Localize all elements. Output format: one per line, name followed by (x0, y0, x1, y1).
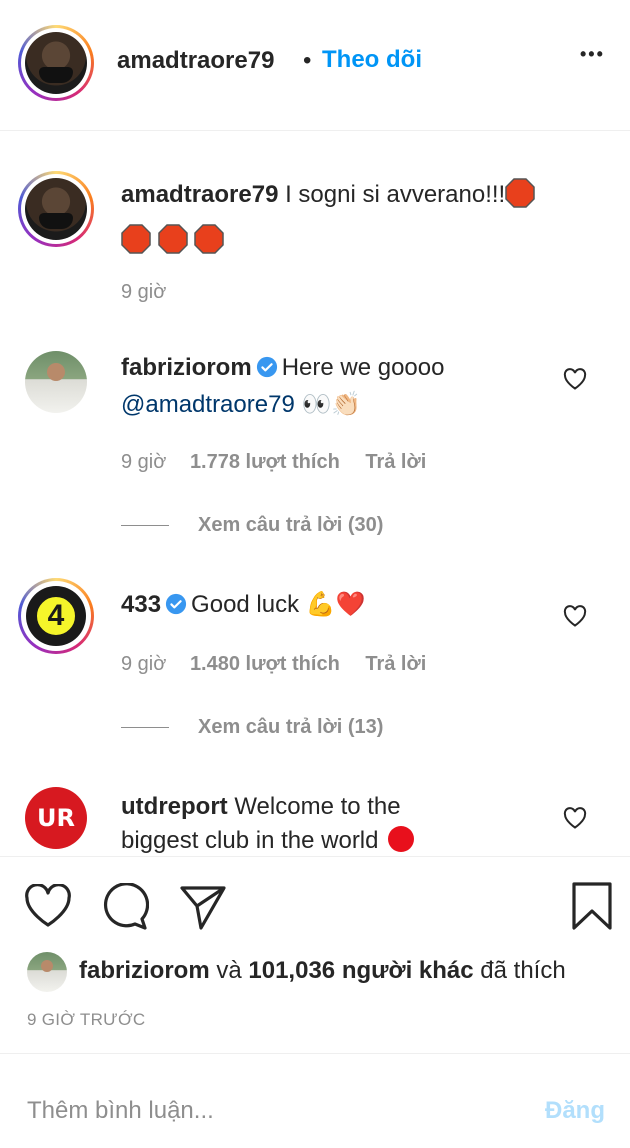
liker-avatar[interactable] (27, 952, 67, 992)
verified-badge-icon (165, 591, 187, 625)
comment-body: fabriziorom Here we goooo @amadtraore79 👀… (121, 351, 541, 422)
save-bookmark-icon[interactable] (571, 881, 613, 936)
comment-username[interactable]: 433 (121, 591, 161, 618)
view-replies-button[interactable]: Xem câu trả lời (13) (198, 716, 383, 739)
avatar (25, 32, 87, 94)
like-comment-heart-icon[interactable] (563, 807, 587, 829)
follow-button[interactable]: Theo dõi (322, 46, 422, 74)
stop-sign-icon (505, 178, 535, 218)
like-heart-icon[interactable] (24, 883, 72, 933)
comment-username[interactable]: utdreport (121, 793, 228, 820)
stop-sign-icon (121, 224, 151, 264)
comment-likes[interactable]: 1.778 lượt thích (190, 451, 340, 473)
mention-link[interactable]: @amadtraore79 (121, 391, 295, 418)
comment-text: Good luck (191, 591, 300, 618)
avatar[interactable]: UR (25, 787, 87, 849)
stop-sign-icon (194, 224, 225, 264)
story-avatar-ring[interactable] (18, 25, 94, 101)
likes-conjunction: và (216, 957, 242, 984)
comment-time: 9 giờ (121, 451, 167, 473)
share-paper-plane-icon[interactable] (179, 884, 227, 935)
caption-avatar-ring[interactable] (18, 171, 94, 247)
header-separator: • (303, 47, 312, 74)
stop-sign-icon (386, 824, 416, 855)
comment-time: 9 giờ (121, 653, 167, 675)
likes-suffix: đã thích (480, 957, 566, 984)
story-avatar-ring[interactable]: 4 (18, 578, 94, 654)
comments-section: amadtraore79 I sogni si avverano!!! 9 gi… (0, 131, 630, 855)
avatar (25, 178, 87, 240)
comment-input[interactable]: Thêm bình luận... (27, 1097, 214, 1125)
comment-emoji: 💪❤️ (305, 591, 366, 618)
reply-button[interactable]: Trả lời (365, 653, 426, 675)
caption-username[interactable]: amadtraore79 (121, 181, 278, 208)
comment-text: Here we goooo (281, 354, 445, 381)
action-bar: fabriziorom và 101,036 người khác đã thí… (0, 856, 630, 1049)
avatar[interactable] (25, 351, 87, 413)
comment-body: 433 Good luck 💪❤️ (121, 588, 541, 625)
post-comment-button[interactable]: Đăng (545, 1097, 605, 1125)
comment-body: utdreport Welcome to the biggest club in… (121, 790, 451, 855)
likes-summary: fabriziorom và 101,036 người khác đã thí… (79, 957, 566, 985)
comment-bubble-icon[interactable] (101, 882, 150, 936)
more-options-icon[interactable]: ••• (580, 44, 605, 65)
caption-text: I sogni si avverano!!! (285, 181, 506, 208)
stop-sign-icon (157, 224, 188, 264)
comment-meta: 9 giờ 1.778 lượt thích Trả lời (121, 451, 426, 474)
add-comment-bar: Thêm bình luận... Đăng (0, 1053, 630, 1148)
caption-time: 9 giờ (121, 281, 167, 303)
comment-emoji: 👀👏🏻 (301, 391, 362, 418)
comment-meta: 9 giờ 1.480 lượt thích Trả lời (121, 653, 426, 676)
view-replies-button[interactable]: Xem câu trả lời (30) (198, 514, 383, 537)
comment-username[interactable]: fabriziorom (121, 354, 252, 381)
divider (121, 727, 169, 728)
reply-button[interactable]: Trả lời (365, 451, 426, 473)
comment-likes[interactable]: 1.480 lượt thích (190, 653, 340, 675)
header-username[interactable]: amadtraore79 (117, 47, 274, 75)
caption: amadtraore79 I sogni si avverano!!! (121, 178, 601, 264)
liker-username[interactable]: fabriziorom (79, 957, 210, 984)
avatar: 4 (26, 586, 86, 646)
like-comment-heart-icon[interactable] (563, 368, 587, 390)
avatar-text: 4 (47, 599, 65, 632)
avatar-text: UR (37, 804, 75, 832)
post-header: amadtraore79 • Theo dõi ••• (0, 0, 630, 131)
post-timestamp[interactable]: 9 GIỜ TRƯỚC (27, 1010, 145, 1030)
like-comment-heart-icon[interactable] (563, 605, 587, 627)
divider (121, 525, 169, 526)
verified-badge-icon (256, 354, 278, 388)
likes-count[interactable]: 101,036 người khác (248, 957, 473, 984)
